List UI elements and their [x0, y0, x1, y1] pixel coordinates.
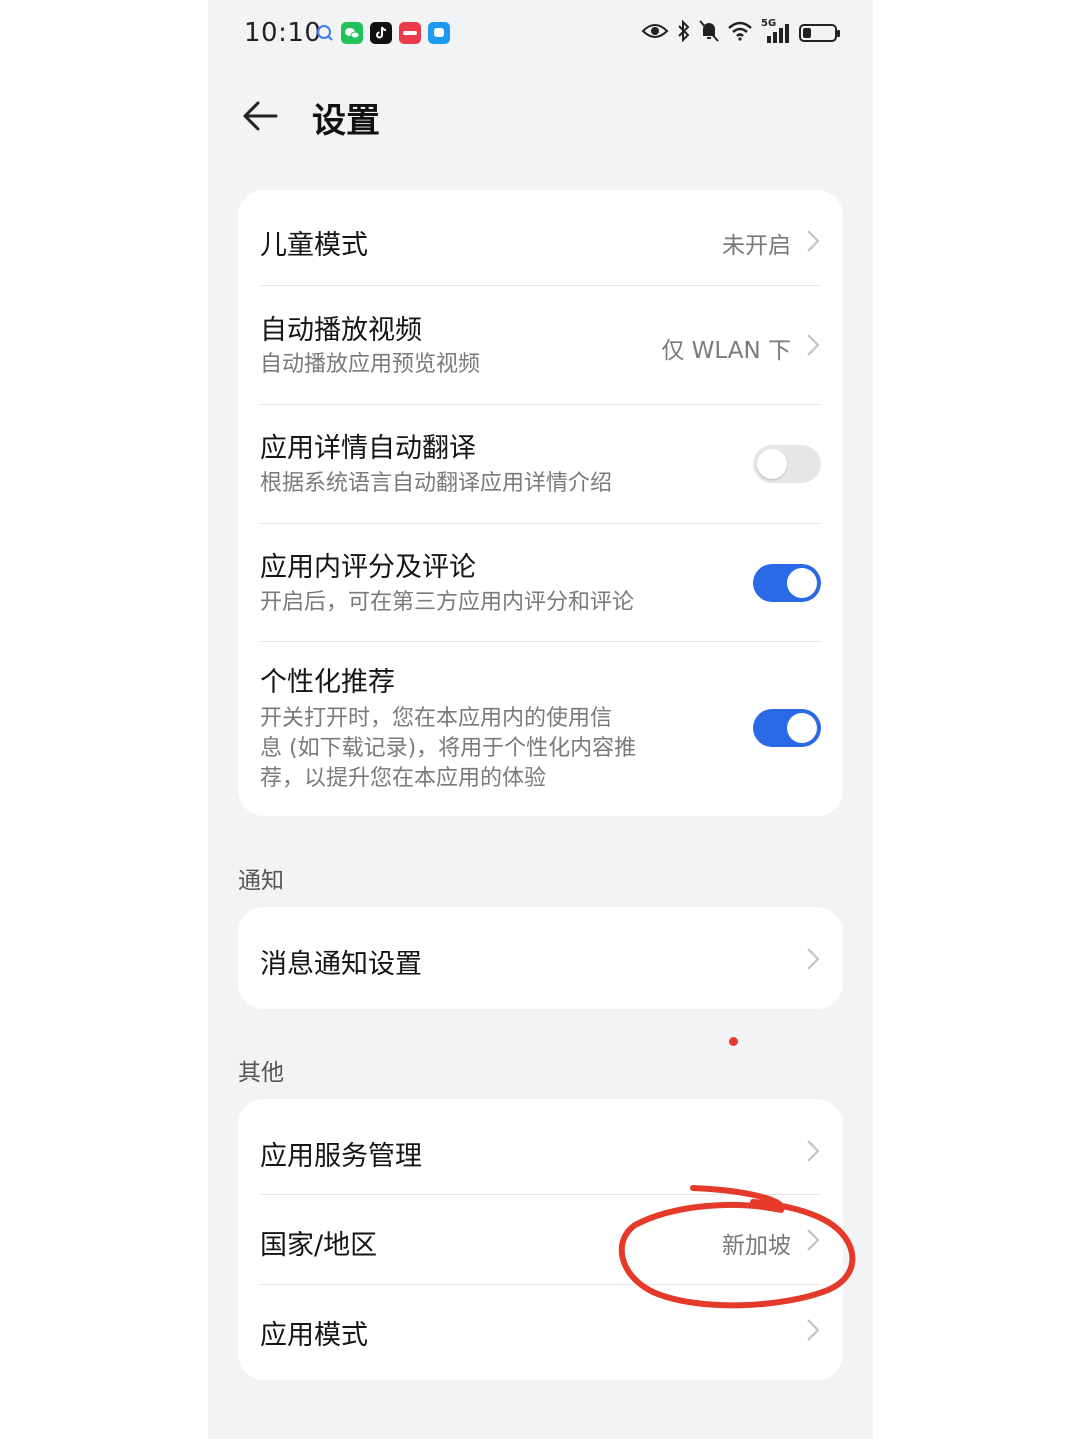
chevron-right-icon: [807, 230, 820, 252]
back-button[interactable]: [240, 96, 280, 136]
status-time: 10:10: [244, 18, 322, 48]
personalized-subtitle-line-1: 开关打开时，您在本应用内的使用信: [260, 706, 613, 731]
in-app-rating-title: 应用内评分及评论: [260, 552, 476, 583]
message-settings-title: 消息通知设置: [260, 949, 422, 980]
autoplay-video-subtitle: 自动播放应用预览视频: [260, 352, 481, 377]
auto-translate-subtitle: 根据系统语言自动翻译应用详情介绍: [260, 471, 613, 496]
kids-mode-value: 未开启: [722, 233, 791, 259]
region-row[interactable]: 国家/地区 新加坡: [260, 1194, 821, 1284]
auto-translate-row: 应用详情自动翻译 根据系统语言自动翻译应用详情介绍: [260, 404, 821, 523]
wifi-icon: [727, 21, 753, 45]
personalized-subtitle-line-3: 荐，以提升您在本应用的体验: [260, 766, 547, 791]
battery-fill: [803, 28, 811, 38]
service-management-row[interactable]: 应用服务管理: [260, 1099, 821, 1194]
section-label-other: 其他: [238, 1060, 284, 1086]
autoplay-video-value: 仅 WLAN 下: [661, 338, 791, 364]
in-app-rating-row: 应用内评分及评论 开启后，可在第三方应用内评分和评论: [260, 523, 821, 642]
kids-mode-title: 儿童模式: [260, 230, 368, 261]
toggle-knob: [787, 568, 817, 598]
system-icons: 5G: [641, 18, 840, 46]
personalized-subtitle-line-2: 息 (如下载记录)，将用于个性化内容推: [260, 736, 637, 761]
region-title: 国家/地区: [260, 1230, 378, 1261]
app-red-icon: [399, 22, 421, 44]
service-management-title: 应用服务管理: [260, 1141, 422, 1172]
message-settings-row[interactable]: 消息通知设置: [260, 907, 821, 1009]
notifications-card: 消息通知设置: [238, 907, 843, 1009]
other-card: 应用服务管理 国家/地区 新加坡 应用模式: [238, 1099, 843, 1380]
bell-off-icon: [699, 20, 719, 46]
chat-app-icon: [428, 22, 450, 44]
autoplay-video-row[interactable]: 自动播放视频 自动播放应用预览视频 仅 WLAN 下: [260, 286, 821, 404]
autoplay-video-title: 自动播放视频: [260, 315, 422, 346]
chevron-right-icon: [807, 1229, 820, 1251]
notification-icons: [316, 22, 450, 44]
app-mode-row[interactable]: 应用模式: [260, 1284, 821, 1380]
personalized-title: 个性化推荐: [260, 667, 395, 698]
auto-translate-title: 应用详情自动翻译: [260, 433, 476, 464]
settings-screen: 10:10 5G 设置 儿童模式 未开启 自动播放视频 自动播放应用预览视频 仅…: [208, 0, 873, 1439]
kids-mode-row[interactable]: 儿童模式 未开启: [260, 190, 821, 286]
chevron-right-icon: [807, 1140, 820, 1162]
auto-translate-toggle[interactable]: [753, 445, 821, 483]
chevron-right-icon: [807, 1319, 820, 1341]
in-app-rating-subtitle: 开启后，可在第三方应用内评分和评论: [260, 590, 635, 615]
page-title: 设置: [312, 101, 380, 141]
tiktok-icon: [370, 22, 392, 44]
in-app-rating-toggle[interactable]: [753, 564, 821, 602]
battery-icon: [799, 24, 840, 42]
signal-5g-icon: 5G: [761, 18, 791, 44]
app-mode-title: 应用模式: [260, 1320, 368, 1351]
personalized-row: 个性化推荐 开关打开时，您在本应用内的使用信 息 (如下载记录)，将用于个性化内…: [260, 641, 821, 816]
general-settings-card: 儿童模式 未开启 自动播放视频 自动播放应用预览视频 仅 WLAN 下 应用详情…: [238, 190, 843, 816]
chevron-right-icon: [807, 334, 820, 356]
arrow-left-icon: [243, 101, 278, 131]
eye-icon: [641, 22, 669, 44]
personalized-toggle[interactable]: [753, 709, 821, 747]
wechat-icon: [341, 22, 363, 44]
toggle-knob: [757, 449, 787, 479]
status-bar: 10:10 5G: [208, 0, 873, 70]
section-label-notifications: 通知: [238, 868, 284, 894]
red-dot-marker: [729, 1037, 738, 1046]
message-bubble-icon: [316, 24, 334, 42]
toggle-knob: [787, 713, 817, 743]
bluetooth-icon: [677, 19, 691, 46]
region-value: 新加坡: [722, 1233, 791, 1259]
chevron-right-icon: [807, 948, 820, 970]
